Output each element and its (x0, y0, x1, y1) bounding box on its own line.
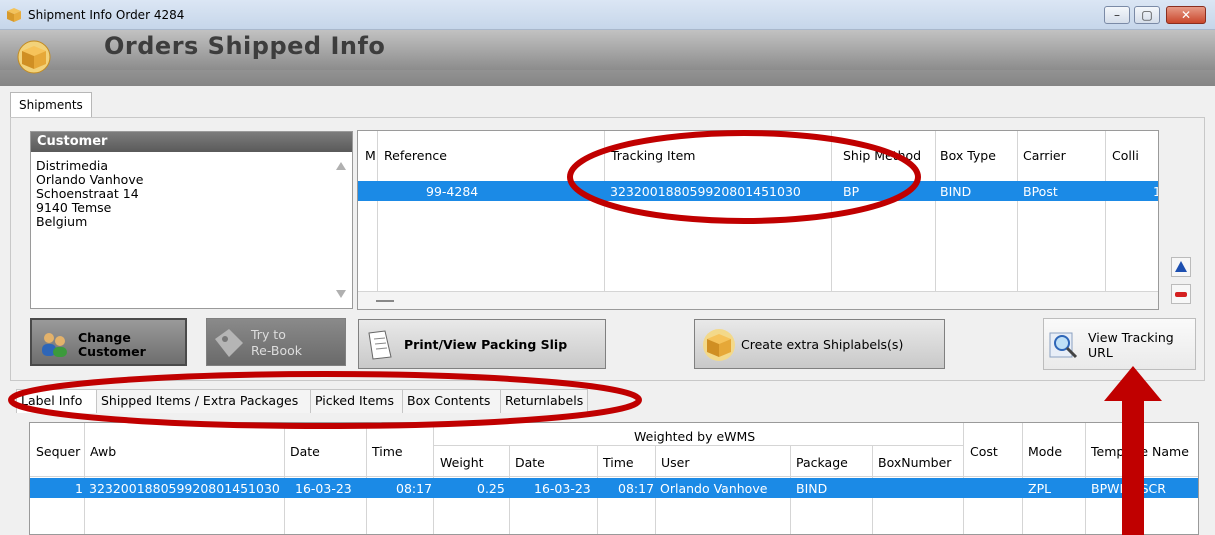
arrow-up-icon (1104, 366, 1162, 401)
highlight-ellipse (567, 130, 921, 224)
annotation-overlay (8, 130, 1162, 535)
highlight-ellipse (8, 371, 642, 429)
arrow-shaft (1122, 398, 1144, 535)
